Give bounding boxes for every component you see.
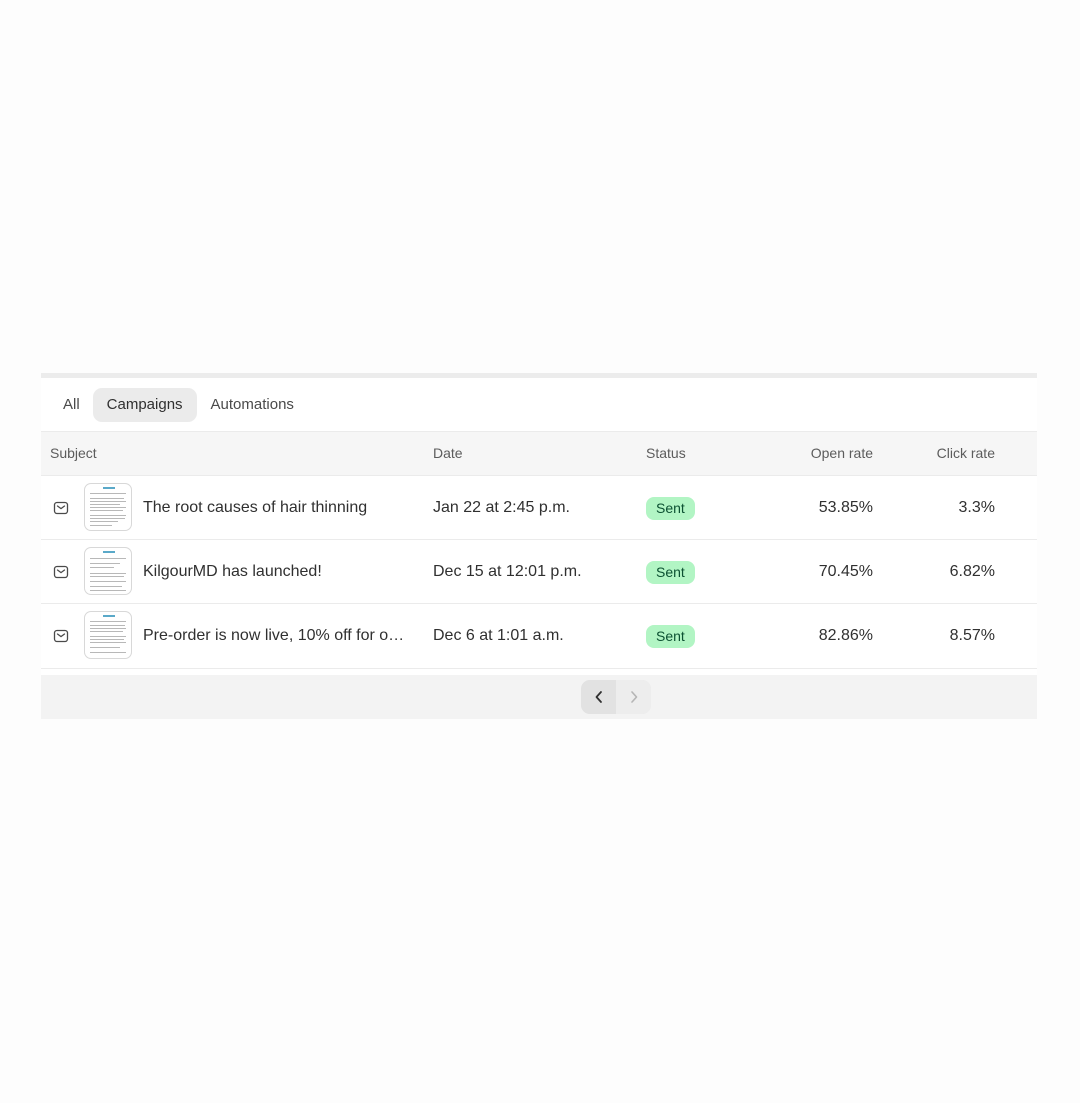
row-subject[interactable]: Pre-order is now live, 10% off for o… xyxy=(143,604,421,668)
status-badge: Sent xyxy=(646,497,695,520)
row-date: Dec 15 at 12:01 p.m. xyxy=(433,563,582,580)
column-header-click-rate[interactable]: Click rate xyxy=(895,432,995,475)
row-open-rate: 82.86% xyxy=(818,627,873,644)
tab-campaigns[interactable]: Campaigns xyxy=(92,388,197,422)
email-thumbnail xyxy=(84,547,132,595)
filter-tabs: All Campaigns Automations xyxy=(41,388,308,422)
column-header-open-rate[interactable]: Open rate xyxy=(773,432,873,475)
row-date: Jan 22 at 2:45 p.m. xyxy=(433,499,570,516)
row-open-rate: 70.45% xyxy=(818,563,873,580)
status-badge: Sent xyxy=(646,561,695,584)
row-subject[interactable]: KilgourMD has launched! xyxy=(143,540,421,604)
column-header-status[interactable]: Status xyxy=(646,432,686,475)
campaigns-card: All Campaigns Automations Subject Date S… xyxy=(41,373,1037,719)
table-row[interactable]: The root causes of hair thinning Jan 22 … xyxy=(41,476,1037,540)
pagination xyxy=(581,680,651,714)
mail-icon xyxy=(53,565,69,579)
row-date: Dec 6 at 1:01 a.m. xyxy=(433,627,564,644)
chevron-right-icon xyxy=(630,691,637,703)
row-subject[interactable]: The root causes of hair thinning xyxy=(143,476,421,540)
mail-icon xyxy=(53,629,69,643)
email-thumbnail xyxy=(84,483,132,531)
email-thumbnail xyxy=(84,611,132,659)
table-row[interactable]: Pre-order is now live, 10% off for o… De… xyxy=(41,604,1037,669)
mail-icon xyxy=(53,501,69,515)
tab-all[interactable]: All xyxy=(52,388,91,422)
row-open-rate: 53.85% xyxy=(818,499,873,516)
row-click-rate: 3.3% xyxy=(958,499,995,516)
row-click-rate: 8.57% xyxy=(949,627,995,644)
table-header: Subject Date Status Open rate Click rate xyxy=(41,431,1037,476)
table-row[interactable]: KilgourMD has launched! Dec 15 at 12:01 … xyxy=(41,540,1037,604)
next-page-button[interactable] xyxy=(616,680,651,714)
row-click-rate: 6.82% xyxy=(949,563,995,580)
status-badge: Sent xyxy=(646,625,695,648)
column-header-subject[interactable]: Subject xyxy=(50,432,97,475)
table-footer xyxy=(41,675,1037,719)
tab-automations[interactable]: Automations xyxy=(199,388,306,422)
column-header-date[interactable]: Date xyxy=(433,432,463,475)
previous-page-button[interactable] xyxy=(581,680,616,714)
chevron-left-icon xyxy=(595,691,602,703)
